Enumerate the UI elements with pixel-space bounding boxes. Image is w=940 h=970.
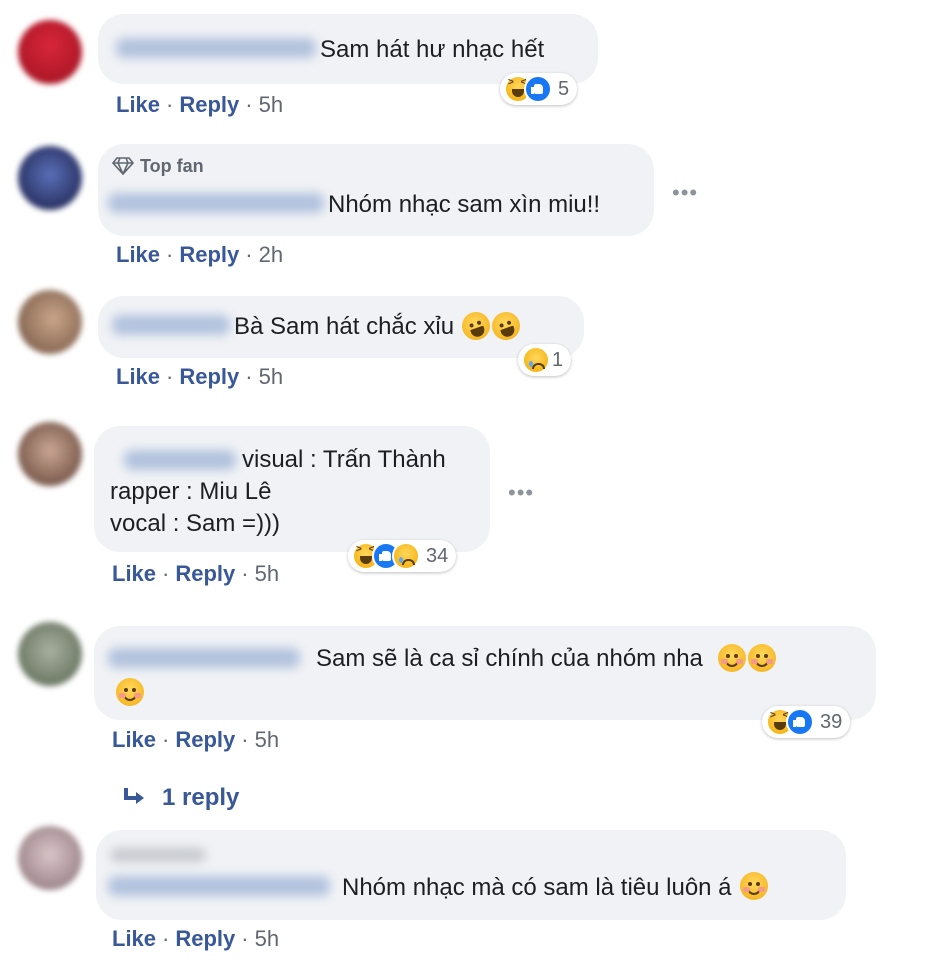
like-icon	[524, 75, 552, 103]
comment-actions: Like · Reply · 5h	[116, 92, 284, 117]
like-link[interactable]: Like	[112, 561, 156, 586]
commenter-name[interactable]	[116, 37, 316, 58]
comment-bubble: Nhóm nhạc mà có sam là tiêu luôn á	[96, 830, 846, 920]
commenter-name[interactable]	[108, 192, 324, 213]
avatar[interactable]	[18, 146, 82, 210]
rolling-laughing-emoji	[458, 307, 495, 344]
diamond-icon	[112, 157, 134, 175]
timestamp[interactable]: 5h	[259, 92, 283, 117]
comment-text: Nhóm nhạc sam xìn miu!!	[328, 191, 601, 218]
comment-actions: Like · Reply · 5h	[112, 727, 280, 752]
smiling-blush-emoji	[717, 643, 746, 672]
sad-icon	[392, 542, 420, 570]
reaction-summary[interactable]: 5	[500, 73, 578, 105]
timestamp[interactable]: 5h	[255, 926, 279, 951]
timestamp[interactable]: 2h	[259, 242, 283, 267]
reaction-count: 39	[820, 710, 843, 733]
reaction-count: 1	[552, 348, 564, 371]
top-fan-badge[interactable]: Top fan	[112, 156, 204, 176]
reply-link[interactable]: Reply	[179, 364, 239, 389]
timestamp[interactable]: 5h	[255, 727, 279, 752]
view-replies-link[interactable]: 1 reply	[122, 784, 239, 812]
comment-actions: Like · Reply · 5h	[112, 561, 280, 586]
commenter-badge[interactable]	[110, 847, 206, 862]
smiling-blush-emoji	[116, 677, 144, 706]
reply-link[interactable]: Reply	[175, 926, 235, 951]
comment-text: Nhóm nhạc mà có sam là tiêu luôn á	[342, 874, 732, 901]
reaction-summary[interactable]: 39	[762, 706, 851, 738]
comment-bubble: Top fan Nhóm nhạc sam xìn miu!!	[98, 144, 654, 236]
comment-text: Sam hát hư nhạc hết	[320, 36, 545, 63]
sad-icon	[522, 346, 550, 374]
comment-bubble: visual : Trấn Thành rapper : Miu Lê voca…	[94, 426, 490, 552]
more-options-icon[interactable]: •••	[672, 180, 698, 206]
reply-arrow-icon	[122, 788, 144, 808]
comment-bubble: Sam sẽ là ca sỉ chính của nhóm nha	[94, 626, 876, 720]
reply-link[interactable]: Reply	[179, 242, 239, 267]
like-icon	[786, 708, 814, 736]
rolling-laughing-emoji	[488, 307, 525, 344]
reaction-summary[interactable]: 34	[348, 540, 457, 572]
timestamp[interactable]: 5h	[259, 364, 283, 389]
more-options-icon[interactable]: •••	[508, 480, 534, 506]
smiling-blush-emoji	[739, 871, 768, 900]
commenter-name[interactable]	[112, 314, 230, 335]
avatar[interactable]	[18, 826, 82, 890]
commenter-name[interactable]	[108, 875, 330, 896]
comment-text: Sam sẽ là ca sỉ chính của nhóm nha	[316, 645, 703, 672]
commenter-name[interactable]	[124, 450, 236, 470]
smiling-blush-emoji	[747, 643, 776, 672]
reply-link[interactable]: Reply	[179, 92, 239, 117]
reply-link[interactable]: Reply	[175, 561, 235, 586]
commenter-name[interactable]	[108, 648, 300, 668]
comment-text: Bà Sam hát chắc xỉu	[234, 313, 455, 340]
avatar[interactable]	[18, 622, 82, 686]
comment-actions: Like · Reply · 5h	[116, 364, 284, 389]
reaction-count: 5	[558, 77, 570, 100]
comment-actions: Like · Reply · 5h	[112, 926, 280, 951]
like-link[interactable]: Like	[112, 727, 156, 752]
like-link[interactable]: Like	[116, 242, 160, 267]
like-link[interactable]: Like	[116, 364, 160, 389]
comment-bubble: Bà Sam hát chắc xỉu	[98, 296, 584, 358]
like-link[interactable]: Like	[116, 92, 160, 117]
avatar[interactable]	[18, 290, 82, 354]
timestamp[interactable]: 5h	[255, 561, 279, 586]
like-link[interactable]: Like	[112, 926, 156, 951]
reaction-summary[interactable]: 1	[518, 344, 572, 376]
avatar[interactable]	[18, 20, 82, 84]
reaction-count: 34	[426, 544, 449, 567]
reply-link[interactable]: Reply	[175, 727, 235, 752]
avatar[interactable]	[18, 422, 82, 486]
comment-actions: Like · Reply · 2h	[116, 242, 284, 267]
